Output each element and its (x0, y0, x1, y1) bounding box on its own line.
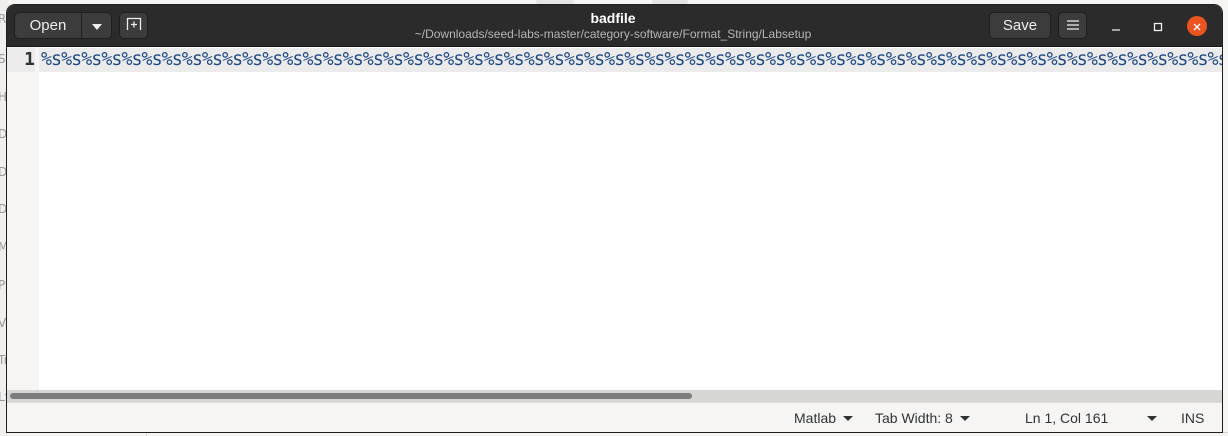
minimize-button[interactable] (1105, 15, 1127, 37)
line-number: 1 (7, 48, 35, 72)
cursor-position-selector[interactable]: Ln 1, Col 161 (1025, 403, 1108, 432)
horizontal-scrollbar[interactable] (7, 390, 1222, 402)
new-tab-button[interactable] (119, 12, 148, 39)
cursor-position-dropdown[interactable] (1140, 403, 1157, 432)
minimize-icon (1111, 17, 1121, 36)
tab-width-label: Tab Width: 8 (875, 410, 953, 426)
maximize-button[interactable] (1147, 15, 1169, 37)
close-button[interactable] (1187, 16, 1207, 36)
window-title: badfile (590, 10, 636, 26)
line-number-gutter (7, 47, 39, 390)
background-window-fragment (146, 432, 147, 436)
header-bar: Open badfile ~/Downloads/seed-labs-maste… (7, 5, 1222, 47)
code-line[interactable]: %s%s%s%s%s%s%s%s%s%s%s%s%s%s%s%s%s%s%s%s… (41, 48, 1222, 72)
title-area: badfile ~/Downloads/seed-labs-master/cat… (307, 9, 919, 41)
main-menu-button[interactable] (1058, 12, 1087, 39)
tab-width-selector[interactable]: Tab Width: 8 (875, 403, 970, 432)
chevron-down-icon (1147, 415, 1157, 421)
language-selector[interactable]: Matlab (794, 403, 854, 432)
hamburger-menu-icon (1066, 18, 1079, 34)
scrollbar-thumb[interactable] (10, 393, 692, 399)
text-editor-area[interactable]: 1 %s%s%s%s%s%s%s%s%s%s%s%s%s%s%s%s%s%s%s… (7, 47, 1222, 390)
window-subtitle-path: ~/Downloads/seed-labs-master/category-so… (414, 27, 812, 41)
cursor-position-label: Ln 1, Col 161 (1025, 410, 1109, 426)
status-bar: Matlab Tab Width: 8 Ln 1, Col 161 INS (7, 402, 1222, 432)
language-label: Matlab (794, 410, 837, 426)
close-icon (1192, 17, 1202, 36)
gedit-window: Open badfile ~/Downloads/seed-labs-maste… (7, 5, 1222, 432)
chevron-down-icon (91, 18, 102, 34)
maximize-icon (1153, 17, 1163, 36)
background-window-fragment (146, 432, 1228, 433)
insert-mode-indicator: INS (1181, 410, 1205, 426)
open-button[interactable]: Open (14, 12, 82, 39)
save-button[interactable]: Save (989, 12, 1051, 39)
open-recent-menu-button[interactable] (81, 12, 112, 39)
new-tab-icon (126, 17, 142, 35)
chevron-down-icon (959, 415, 970, 421)
chevron-down-icon (843, 415, 854, 421)
